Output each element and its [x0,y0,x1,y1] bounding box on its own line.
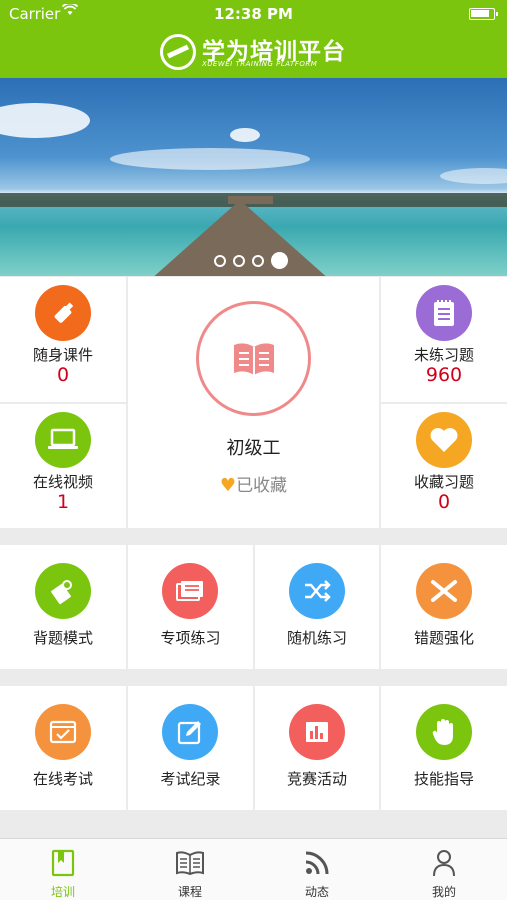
carousel-indicator [214,250,295,269]
practice-mode-tile[interactable]: 专项练习 [128,545,253,669]
notepad-icon [416,285,472,341]
book-icon [0,848,126,878]
pin-card-icon [35,563,91,619]
tab-courses[interactable]: 课程 [127,839,253,900]
carousel-dot[interactable] [252,254,264,267]
exam-mode-tile[interactable]: 在线考试 [0,686,126,810]
hand-icon [416,704,472,760]
tab-bar: 培训 课程 动态 我的 [0,838,507,900]
exam-mode-label: 技能指导 [413,770,474,788]
unpracticed-tile[interactable]: 未练习题 960 [381,277,507,402]
video-tile[interactable]: 在线视频 1 [0,404,126,528]
practice-mode-label: 随机练习 [286,629,347,647]
courseware-tile[interactable]: 随身课件 0 [0,277,126,402]
courseware-label: 随身课件 [32,346,93,364]
practice-mode-label: 错题强化 [413,629,474,647]
browser-check-icon [35,704,91,760]
level-ring [196,301,311,416]
exam-mode-tile[interactable]: 技能指导 [381,686,507,810]
app-logo: 学为培训平台 XUEWEI TRAINING PLATFORM [160,32,360,72]
heart-icon [416,412,472,468]
tab-activity[interactable]: 动态 [254,839,380,900]
carousel-dot[interactable] [214,254,226,267]
courseware-count: 0 [56,364,70,386]
practice-mode-tile[interactable]: 错题强化 [381,545,507,669]
practice-mode-tile[interactable]: 随机练习 [255,545,379,669]
user-icon [381,848,507,878]
bar-chart-icon [289,704,345,760]
tab-label: 课程 [177,885,202,899]
level-name: 初级工 [226,438,281,459]
unpracticed-label: 未练习题 [413,346,474,364]
video-label: 在线视频 [32,473,93,491]
open-book-icon [127,848,253,878]
exam-mode-tile[interactable]: 竞赛活动 [255,686,379,810]
heart-icon: ♥ [219,475,237,496]
tab-label: 我的 [431,885,456,899]
favorites-count: 0 [437,491,451,513]
status-bar: Carrier 12:38 PM [0,0,507,28]
carousel-dot[interactable] [233,254,245,267]
tab-training[interactable]: 培训 [0,839,126,900]
cloud-decoration [230,128,260,142]
favorites-tile[interactable]: 收藏习题 0 [381,404,507,528]
cloud-decoration [110,148,310,170]
tab-label: 动态 [304,885,329,899]
shuffle-icon [289,563,345,619]
edit-icon [162,704,218,760]
banner-carousel[interactable] [0,78,507,276]
tab-profile[interactable]: 我的 [381,839,507,900]
cross-icon [416,563,472,619]
level-tile[interactable]: 初级工 ♥已收藏 [128,277,379,528]
tab-label: 培训 [50,885,75,899]
usb-drive-icon [35,285,91,341]
favorite-status[interactable]: ♥已收藏 [128,471,379,496]
cards-icon [162,563,218,619]
clock: 12:38 PM [214,5,293,23]
favorites-label: 收藏习题 [413,473,474,491]
logo-mark-icon [160,34,196,70]
book-icon [233,342,274,375]
exam-mode-label: 在线考试 [32,770,93,788]
exam-mode-label: 竞赛活动 [286,770,347,788]
practice-mode-tile[interactable]: 背题模式 [0,545,126,669]
battery-icon [469,8,498,20]
favorite-label: 已收藏 [236,476,288,496]
exam-mode-label: 考试纪录 [160,770,221,788]
practice-mode-label: 专项练习 [160,629,221,647]
rss-icon [254,848,380,878]
app-header: Carrier 12:38 PM 学为培训平台 XUEWEI TRAINING … [0,0,507,78]
carousel-dot-active[interactable] [271,252,288,269]
practice-mode-label: 背题模式 [32,629,93,647]
video-count: 1 [56,491,70,513]
laptop-icon [35,412,91,468]
exam-mode-tile[interactable]: 考试纪录 [128,686,253,810]
cloud-decoration [0,103,90,138]
app-subtitle: XUEWEI TRAINING PLATFORM [202,60,318,68]
unpracticed-count: 960 [425,364,463,386]
cloud-decoration [440,168,507,184]
